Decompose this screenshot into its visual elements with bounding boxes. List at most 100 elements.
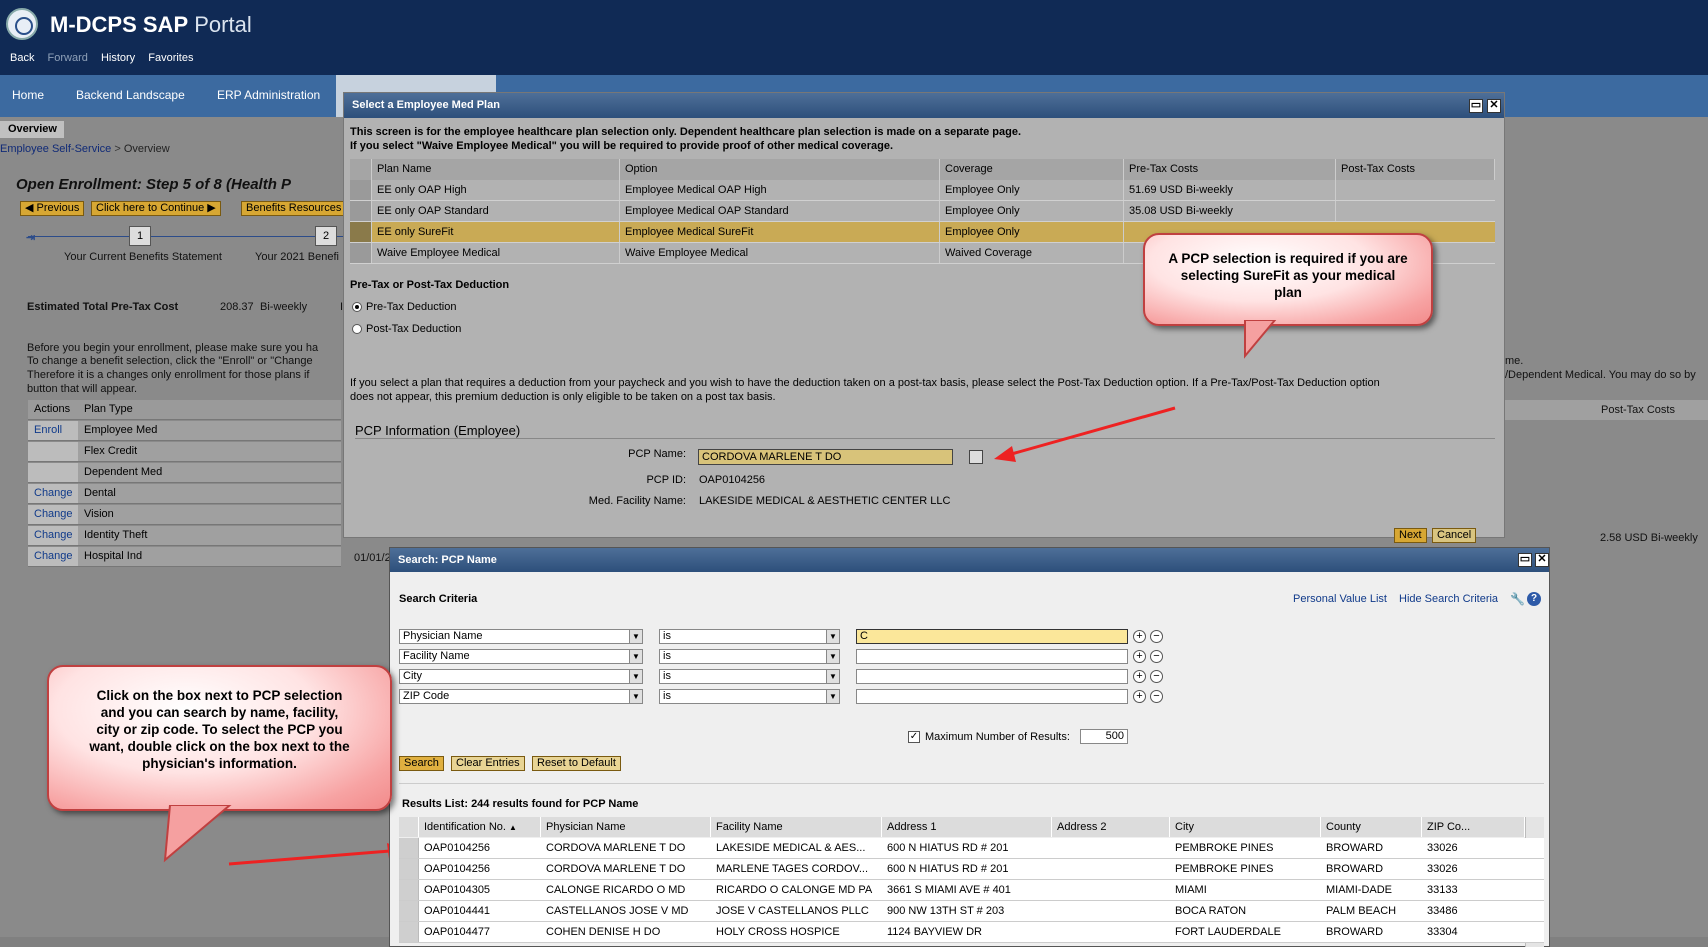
row-select-box[interactable] (399, 901, 419, 921)
results-header-city[interactable]: City (1170, 817, 1321, 837)
results-header-zip[interactable]: ZIP Co... (1422, 817, 1525, 837)
chevron-down-icon: ▼ (826, 650, 839, 663)
benefits-resources-button[interactable]: Benefits Resources (241, 201, 347, 216)
max-results-checkbox[interactable]: ✓ (908, 731, 920, 743)
facility-label: Med. Facility Name: (588, 495, 686, 507)
reset-default-button[interactable]: Reset to Default (532, 756, 621, 771)
row-plan-type: Hospital Ind (84, 550, 143, 562)
next-button[interactable]: Next (1394, 528, 1427, 543)
add-criteria-icon[interactable]: + (1133, 670, 1146, 683)
row-select-box[interactable] (350, 180, 372, 200)
criteria-operator-select[interactable]: is ▼ (659, 629, 840, 644)
criteria-field-select[interactable]: ZIP Code ▼ (399, 689, 643, 704)
criteria-operator-value: is (663, 630, 671, 642)
posttax-radio[interactable] (352, 324, 362, 334)
subtab-overview[interactable]: Overview (0, 121, 64, 138)
pcp-name-field[interactable]: CORDOVA MARLENE T DO (698, 449, 953, 465)
results-header-facility[interactable]: Facility Name (711, 817, 882, 837)
step-2-box[interactable]: 2 (315, 226, 337, 246)
results-header-address1[interactable]: Address 1 (882, 817, 1052, 837)
row-action-link[interactable]: Change (28, 547, 78, 566)
row-select-box[interactable] (350, 201, 372, 221)
max-results-input[interactable]: 500 (1080, 729, 1128, 744)
callout-search-instructions: Click on the box next to PCP selection a… (47, 665, 392, 811)
previous-button[interactable]: ◀ Previous (20, 201, 85, 216)
row-action-link[interactable]: Change (28, 484, 78, 503)
callout-2-tail (163, 805, 232, 863)
result-city: BOCA RATON (1175, 905, 1247, 917)
row-action-link[interactable] (28, 442, 78, 461)
close-icon[interactable]: ✕ (1535, 553, 1549, 567)
search-button[interactable]: Search (399, 756, 444, 771)
step-1-box[interactable]: 1 (129, 226, 151, 246)
remove-criteria-icon[interactable]: − (1150, 670, 1163, 683)
help-icon[interactable]: ? (1527, 592, 1541, 606)
remove-criteria-icon[interactable]: − (1150, 650, 1163, 663)
favorites-link[interactable]: Favorites (148, 52, 193, 64)
cancel-button[interactable]: Cancel (1432, 528, 1477, 543)
plan-row[interactable]: EE only OAP Standard Employee Medical OA… (350, 201, 1495, 222)
back-link[interactable]: Back (10, 52, 34, 64)
result-row[interactable]: OAP0104477 COHEN DENISE H DO HOLY CROSS HO… (399, 922, 1544, 943)
results-header-address2[interactable]: Address 2 (1052, 817, 1170, 837)
result-address2 (1052, 838, 1170, 858)
criteria-operator-select[interactable]: is ▼ (659, 689, 840, 704)
criteria-field-select[interactable]: Physician Name ▼ (399, 629, 643, 644)
criteria-operator-select[interactable]: is ▼ (659, 649, 840, 664)
result-row[interactable]: OAP0104256 CORDOVA MARLENE T DO LAKESIDE M… (399, 838, 1544, 859)
row-select-box[interactable] (350, 222, 372, 242)
remove-criteria-icon[interactable]: − (1150, 690, 1163, 703)
breadcrumb-root[interactable]: Employee Self-Service (0, 143, 111, 155)
criteria-value-input[interactable] (856, 669, 1128, 684)
tab-backend-landscape[interactable]: Backend Landscape (76, 88, 185, 102)
value-help-icon[interactable] (969, 450, 983, 464)
row-action-link[interactable] (28, 463, 78, 482)
result-physician: CALONGE RICARDO O MD (546, 884, 686, 896)
criteria-value-input[interactable] (856, 689, 1128, 704)
results-header-id[interactable]: Identification No. ▲ (419, 817, 541, 837)
result-zip: 33486 (1427, 905, 1458, 917)
forward-link[interactable]: Forward (48, 52, 88, 64)
criteria-field-select[interactable]: Facility Name ▼ (399, 649, 643, 664)
row-action-link[interactable]: Enroll (28, 421, 78, 440)
criteria-value-input[interactable]: C (856, 629, 1128, 644)
add-criteria-icon[interactable]: + (1133, 650, 1146, 663)
pretax-radio[interactable] (352, 302, 362, 312)
results-header-county[interactable]: County (1321, 817, 1422, 837)
result-address1: 900 NW 13TH ST # 203 (887, 905, 1005, 917)
intro-line-4: button that will appear. (27, 383, 138, 395)
criteria-value-input[interactable] (856, 649, 1128, 664)
settings-wrench-icon[interactable]: 🔧 (1510, 592, 1525, 606)
row-action-link[interactable]: Change (28, 526, 78, 545)
continue-button-label: Click here to Continue (96, 202, 205, 214)
remove-criteria-icon[interactable]: − (1150, 630, 1163, 643)
row-select-box[interactable] (399, 838, 419, 858)
add-criteria-icon[interactable]: + (1133, 690, 1146, 703)
results-header-id-label: Identification No. (424, 821, 506, 833)
right-text-1: me. (1505, 355, 1524, 367)
tab-erp-administration[interactable]: ERP Administration (217, 88, 320, 102)
hide-search-criteria-link[interactable]: Hide Search Criteria (1399, 593, 1498, 605)
criteria-operator-select[interactable]: is ▼ (659, 669, 840, 684)
history-link[interactable]: History (101, 52, 135, 64)
row-select-box[interactable] (399, 859, 419, 879)
personal-value-list-link[interactable]: Personal Value List (1293, 593, 1387, 605)
row-action-link[interactable]: Change (28, 505, 78, 524)
clear-entries-button[interactable]: Clear Entries (451, 756, 525, 771)
close-icon[interactable]: ✕ (1487, 99, 1501, 113)
plan-row[interactable]: EE only OAP High Employee Medical OAP Hi… (350, 180, 1495, 201)
row-select-box[interactable] (399, 880, 419, 900)
maximize-icon[interactable]: ▭ (1518, 553, 1532, 567)
add-criteria-icon[interactable]: + (1133, 630, 1146, 643)
continue-button[interactable]: Click here to Continue ▶ (91, 201, 221, 216)
criteria-field-select[interactable]: City ▼ (399, 669, 643, 684)
tab-home[interactable]: Home (12, 88, 44, 102)
row-select-box[interactable] (350, 243, 372, 263)
result-row[interactable]: OAP0104441 CASTELLANOS JOSE V MD JOSE V CA… (399, 901, 1544, 922)
row-select-box[interactable] (399, 922, 419, 942)
maximize-icon[interactable]: ▭ (1469, 99, 1483, 113)
result-row[interactable]: OAP0104256 CORDOVA MARLENE T DO MARLENE TA… (399, 859, 1544, 880)
results-header-physician[interactable]: Physician Name (541, 817, 711, 837)
right-col-header: Post-Tax Costs (1601, 404, 1675, 416)
result-row[interactable]: OAP0104305 CALONGE RICARDO O MD RICARDO O … (399, 880, 1544, 901)
